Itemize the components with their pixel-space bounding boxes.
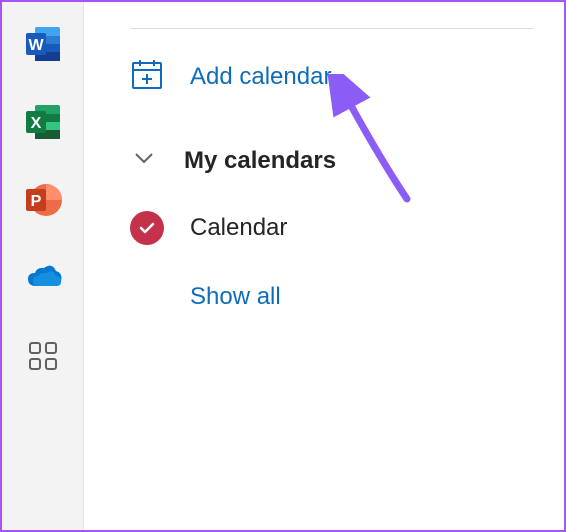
add-calendar-button[interactable]: Add calendar [130,57,564,96]
onedrive-app-icon[interactable] [23,258,63,298]
calendar-item-label: Calendar [190,214,287,242]
divider [130,28,534,29]
my-calendars-title: My calendars [184,147,336,175]
add-calendar-label: Add calendar [190,63,331,91]
svg-text:W: W [28,37,44,54]
calendar-list-item[interactable]: Calendar [130,211,564,245]
powerpoint-app-icon[interactable]: P [23,180,63,220]
chevron-down-icon [130,144,158,177]
word-app-icon[interactable]: W [23,24,63,64]
show-all-label: Show all [190,283,281,310]
add-calendar-icon [130,57,164,96]
apps-grid-icon[interactable] [23,336,63,376]
svg-text:P: P [30,193,41,210]
app-launcher-rail: W X P [2,2,84,530]
calendar-sidebar-panel: Add calendar My calendars Calendar Show … [84,2,564,530]
show-all-link[interactable]: Show all [190,283,564,311]
excel-app-icon[interactable]: X [23,102,63,142]
calendar-checked-icon[interactable] [130,211,164,245]
my-calendars-section-header[interactable]: My calendars [130,144,564,177]
svg-text:X: X [30,115,41,132]
